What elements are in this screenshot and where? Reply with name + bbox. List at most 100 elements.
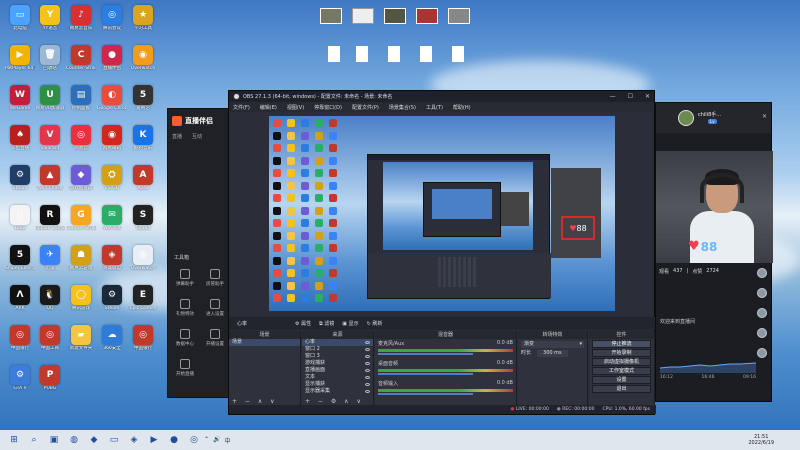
close-button[interactable]: ✕ [645, 93, 650, 100]
visibility-eye-icon[interactable] [365, 341, 370, 344]
source-item[interactable]: 心率 [302, 339, 373, 346]
desktop-icon[interactable]: ◎ 腾讯会议 [97, 5, 127, 42]
desktop-icon[interactable]: ☗ 网易云游戏 [66, 245, 96, 282]
source-item[interactable]: 显示捕获 [302, 381, 373, 388]
properties-button[interactable]: ⚙ 属性 [295, 320, 311, 327]
visibility-eye-icon[interactable] [365, 383, 370, 386]
desktop-icon[interactable]: ◉ Overwatch [128, 45, 158, 82]
desktop-icon[interactable]: ◎ 中国银行 [5, 325, 35, 362]
file-thumbnail[interactable] [352, 8, 374, 24]
scenes-dock-footer[interactable]: + − ∧ ∨ [232, 398, 278, 405]
menu-item[interactable]: 文件(F) [233, 104, 250, 111]
close-icon[interactable]: ✕ [762, 113, 767, 120]
desktop-icon[interactable]: ⚙ GTA V [5, 365, 35, 402]
volume-slider[interactable] [378, 393, 473, 395]
visibility-eye-icon[interactable] [365, 376, 370, 379]
tool-item[interactable]: 礼物特效 [172, 299, 198, 317]
desktop-icon[interactable]: 🐧 QQ [35, 285, 65, 322]
ime-icon[interactable]: 中 [225, 436, 231, 445]
scene-item[interactable]: 场景 [229, 339, 300, 346]
visibility-eye-icon[interactable] [365, 362, 370, 365]
streamer-avatar[interactable] [678, 110, 694, 126]
side-avatar[interactable] [757, 328, 767, 338]
desktop-icon[interactable]: U 网易UU加速器 [35, 85, 65, 122]
desktop-icon[interactable]: 5 Sniper Elite 5 [5, 245, 35, 282]
source-item[interactable]: 直播画面 [302, 367, 373, 374]
menu-item[interactable]: 编辑(E) [260, 104, 277, 111]
source-item[interactable]: 窗口 2 [302, 346, 373, 353]
document-icon[interactable] [420, 46, 432, 62]
source-item[interactable]: 文本 [302, 374, 373, 381]
document-icon[interactable] [328, 46, 340, 62]
tab-interact[interactable]: 互动 [192, 133, 202, 140]
desktop-icon[interactable]: G Counter-Strike [66, 205, 96, 242]
minimize-button[interactable]: — [610, 93, 616, 100]
desktop-icon[interactable]: W WeGame [5, 85, 35, 122]
menu-item[interactable]: 视图(V) [287, 104, 304, 111]
desktop-icon[interactable]: P PUBG [35, 365, 65, 402]
desktop-icon[interactable]: ♪ 网易云音乐 [66, 5, 96, 42]
tool-item[interactable]: 房管助手 [202, 269, 228, 287]
desktop-icon[interactable]: R Roblox Studio [35, 205, 65, 242]
desktop-icon[interactable]: ⛭ CS:GO [97, 165, 127, 202]
desktop-icon[interactable]: Λ ARK [5, 285, 35, 322]
taskbar-clock[interactable]: 21:51 2022/6/19 [748, 434, 774, 446]
control-button[interactable]: 设置 [592, 376, 651, 384]
desktop-icon[interactable]: ★ 学习工具 [128, 5, 158, 42]
file-thumbnail[interactable] [416, 8, 438, 24]
tool-item[interactable]: 数据中心 [172, 329, 198, 347]
desktop-icon[interactable]: ✈ 迅雷 [35, 245, 65, 282]
desktop-icon[interactable]: C Counter-Strike [66, 45, 96, 82]
sources-dock-footer[interactable]: + − ⚙ ∧ ∨ [305, 398, 364, 405]
menu-item[interactable]: 停靠窗口(D) [314, 104, 342, 111]
desktop-icon[interactable]: ▶PotPlayer 64 bit [5, 45, 35, 82]
tool-item[interactable]: 弹幕助手 [172, 269, 198, 287]
visibility-eye-icon[interactable] [365, 390, 370, 393]
source-item[interactable]: 游戏捕获 [302, 360, 373, 367]
desktop-icon[interactable]: ◉ 网易邮箱 [97, 125, 127, 162]
taskbar-app-icon[interactable]: ▶ [144, 430, 164, 450]
desktop-icon[interactable]: Y YY语音 [35, 5, 65, 42]
document-icon[interactable] [356, 46, 368, 62]
file-thumbnail[interactable] [384, 8, 406, 24]
tool-item[interactable]: 开播设置 [202, 329, 228, 347]
desktop-icon[interactable]: E Epic Games [128, 285, 158, 322]
document-icon[interactable] [452, 46, 464, 62]
desktop-icon[interactable]: ▯ Leap [5, 205, 35, 242]
side-avatar[interactable] [757, 348, 767, 358]
source-item[interactable]: 显示器采集 [302, 388, 373, 395]
taskbar-app-icon[interactable]: ◍ [64, 430, 84, 450]
taskbar-app-icon[interactable]: ◆ [84, 430, 104, 450]
desktop-icon[interactable]: ☁ 360安全 [97, 325, 127, 362]
search-icon[interactable]: ⌕ [24, 430, 44, 450]
desktop-icon[interactable]: ▭ 此电脑 [5, 5, 35, 42]
refresh-button[interactable]: ↻ 刷新 [367, 320, 383, 327]
control-button[interactable]: 启动虚拟摄像机 [592, 358, 651, 366]
control-button[interactable]: 开始录制 [592, 349, 651, 357]
desktop-icon[interactable]: ▰ 新建文件夹 [66, 325, 96, 362]
volume-slider[interactable] [378, 353, 473, 355]
desktop-icon[interactable]: S Squad [128, 205, 158, 242]
control-button[interactable]: 停止推流 [592, 340, 651, 348]
tab-live[interactable]: 直播 [172, 133, 182, 140]
desktop-icon[interactable]: ◐Google Chrome [97, 85, 127, 122]
desktop-icon[interactable]: ♠ 斗鱼直播 [5, 125, 35, 162]
desktop-icon[interactable]: K 酷狗音乐 [128, 125, 158, 162]
taskbar-app-icon[interactable]: ◎ [184, 430, 204, 450]
control-button[interactable]: 工作室模式 [592, 367, 651, 375]
start-button[interactable]: ⊞ [4, 430, 24, 450]
source-item[interactable]: 窗口 3 [302, 353, 373, 360]
desktop-icon[interactable]: ⚙ Steam [5, 165, 35, 202]
tool-item[interactable]: 开始直播 [172, 359, 198, 377]
desktop-icon[interactable]: ◍ Overwatch [128, 245, 158, 282]
desktop-icon[interactable]: ◎ 中国银行 [128, 325, 158, 362]
menu-item[interactable]: 场景集合(S) [389, 104, 416, 111]
tray-expand-icon[interactable]: ⌃ [204, 436, 209, 445]
menu-item[interactable]: 配置文件(P) [352, 104, 379, 111]
visibility-eye-icon[interactable] [365, 355, 370, 358]
desktop-icon[interactable]: 🗑 回收站 [35, 45, 65, 82]
side-avatar[interactable] [757, 268, 767, 278]
tool-item[interactable]: 进入设置 [202, 299, 228, 317]
side-avatar[interactable] [757, 308, 767, 318]
taskbar-app-icon[interactable]: ◈ [124, 430, 144, 450]
